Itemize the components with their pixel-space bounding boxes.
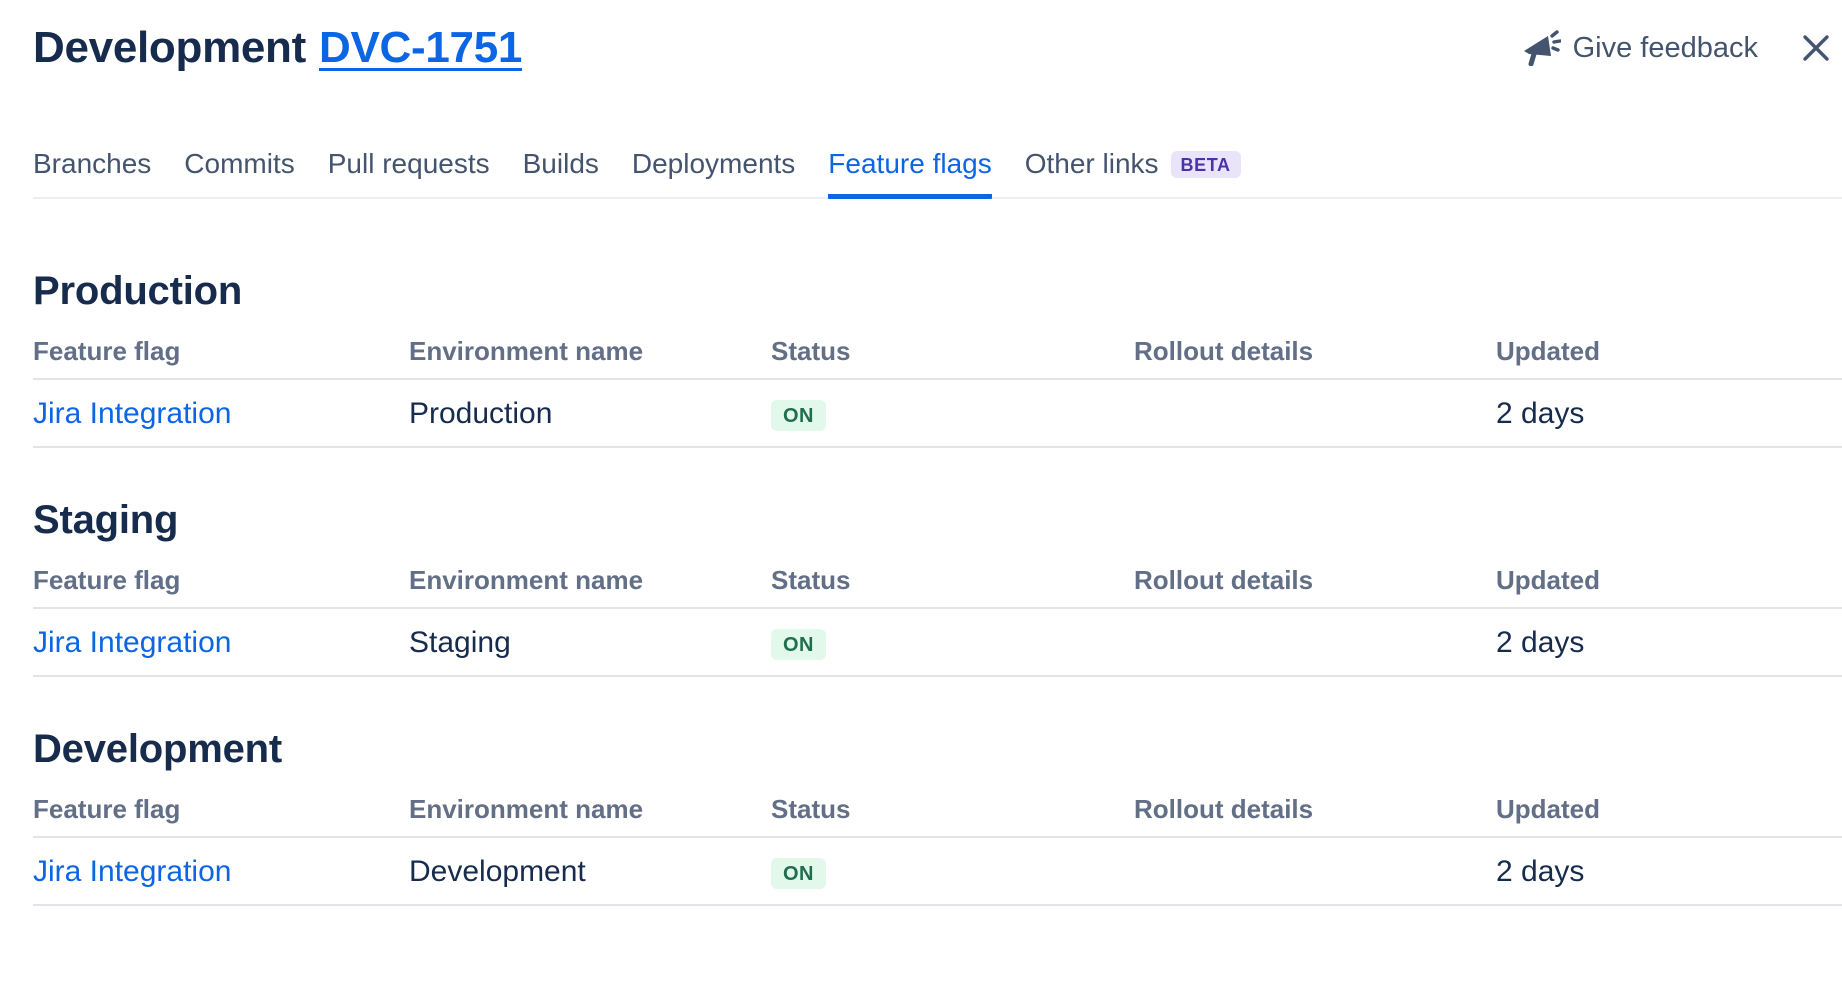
section-heading: Development: [33, 727, 1842, 772]
col-feature-flag: Feature flag: [33, 336, 409, 367]
section-staging: Staging Feature flag Environment name St…: [33, 498, 1842, 677]
table-row: Jira Integration Staging ON 2 days: [33, 609, 1842, 677]
page-title: Development: [33, 23, 306, 73]
environment-name: Production: [409, 397, 771, 431]
col-environment-name: Environment name: [409, 794, 771, 825]
table-header-row: Feature flag Environment name Status Rol…: [33, 794, 1842, 838]
tab-pull-requests[interactable]: Pull requests: [328, 148, 490, 199]
environment-name: Development: [409, 855, 771, 889]
status-badge: ON: [771, 858, 826, 889]
dialog-header: Development DVC-1751 Give feedback: [33, 22, 1842, 74]
col-status: Status: [771, 565, 1134, 596]
feature-flag-link[interactable]: Jira Integration: [33, 855, 231, 888]
section-heading: Production: [33, 269, 1842, 314]
table-header-row: Feature flag Environment name Status Rol…: [33, 336, 1842, 380]
col-status: Status: [771, 794, 1134, 825]
tab-other-links[interactable]: Other links BETA: [1025, 148, 1241, 199]
updated-value: 2 days: [1496, 397, 1842, 431]
section-production: Production Feature flag Environment name…: [33, 269, 1842, 448]
col-status: Status: [771, 336, 1134, 367]
col-rollout-details: Rollout details: [1134, 794, 1496, 825]
tab-other-links-label: Other links: [1025, 148, 1159, 180]
beta-badge: BETA: [1171, 151, 1241, 178]
close-button[interactable]: [1800, 32, 1832, 64]
col-updated: Updated: [1496, 794, 1842, 825]
col-environment-name: Environment name: [409, 336, 771, 367]
title-wrap: Development DVC-1751: [33, 23, 522, 73]
col-updated: Updated: [1496, 565, 1842, 596]
megaphone-icon: [1519, 30, 1561, 66]
give-feedback-button[interactable]: Give feedback: [1519, 30, 1758, 66]
issue-key-link[interactable]: DVC-1751: [319, 23, 522, 73]
col-environment-name: Environment name: [409, 565, 771, 596]
feature-flag-link[interactable]: Jira Integration: [33, 626, 231, 659]
tab-commits[interactable]: Commits: [184, 148, 294, 199]
feature-flag-table: Feature flag Environment name Status Rol…: [33, 336, 1842, 448]
header-actions: Give feedback: [1519, 30, 1832, 66]
tab-branches[interactable]: Branches: [33, 148, 151, 199]
section-heading: Staging: [33, 498, 1842, 543]
environment-name: Staging: [409, 626, 771, 660]
section-development: Development Feature flag Environment nam…: [33, 727, 1842, 906]
tab-builds[interactable]: Builds: [523, 148, 599, 199]
updated-value: 2 days: [1496, 855, 1842, 889]
development-dialog: Development DVC-1751 Give feedback: [0, 0, 1842, 1004]
table-row: Jira Integration Production ON 2 days: [33, 380, 1842, 448]
tab-deployments[interactable]: Deployments: [632, 148, 795, 199]
col-rollout-details: Rollout details: [1134, 336, 1496, 367]
feature-flag-link[interactable]: Jira Integration: [33, 397, 231, 430]
feature-flag-table: Feature flag Environment name Status Rol…: [33, 565, 1842, 677]
feature-flag-table: Feature flag Environment name Status Rol…: [33, 794, 1842, 906]
tab-feature-flags[interactable]: Feature flags: [828, 148, 991, 199]
status-badge: ON: [771, 629, 826, 660]
table-header-row: Feature flag Environment name Status Rol…: [33, 565, 1842, 609]
table-row: Jira Integration Development ON 2 days: [33, 838, 1842, 906]
col-updated: Updated: [1496, 336, 1842, 367]
col-rollout-details: Rollout details: [1134, 565, 1496, 596]
col-feature-flag: Feature flag: [33, 565, 409, 596]
status-badge: ON: [771, 400, 826, 431]
updated-value: 2 days: [1496, 626, 1842, 660]
give-feedback-label: Give feedback: [1573, 32, 1758, 65]
col-feature-flag: Feature flag: [33, 794, 409, 825]
close-icon: [1800, 32, 1832, 64]
tab-bar: Branches Commits Pull requests Builds De…: [33, 148, 1842, 199]
